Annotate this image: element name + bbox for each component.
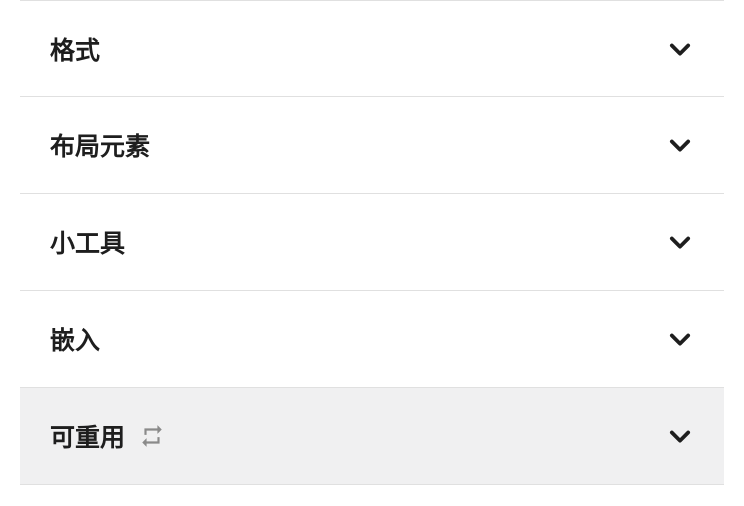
accordion-label-wrap: 布局元素 [50, 127, 150, 163]
reusable-icon [139, 423, 165, 449]
accordion-item-format[interactable]: 格式 [20, 0, 724, 97]
chevron-down-icon [666, 228, 694, 256]
accordion-label-wrap: 小工具 [50, 224, 125, 260]
accordion-item-embeds[interactable]: 嵌入 [20, 291, 724, 388]
chevron-down-icon [666, 422, 694, 450]
accordion-item-reusable[interactable]: 可重用 [20, 388, 724, 485]
accordion-label-wrap: 格式 [50, 31, 100, 67]
accordion-label: 布局元素 [50, 127, 150, 163]
accordion-panel-list: 格式 布局元素 小工具 嵌入 可重用 [0, 0, 744, 485]
accordion-label: 格式 [50, 31, 100, 67]
chevron-down-icon [666, 325, 694, 353]
accordion-item-widgets[interactable]: 小工具 [20, 194, 724, 291]
chevron-down-icon [666, 35, 694, 63]
accordion-label: 可重用 [50, 418, 125, 454]
accordion-label-wrap: 嵌入 [50, 321, 100, 357]
accordion-label: 小工具 [50, 224, 125, 260]
chevron-down-icon [666, 131, 694, 159]
accordion-item-layout-elements[interactable]: 布局元素 [20, 97, 724, 194]
accordion-label: 嵌入 [50, 321, 100, 357]
accordion-label-wrap: 可重用 [50, 418, 165, 454]
